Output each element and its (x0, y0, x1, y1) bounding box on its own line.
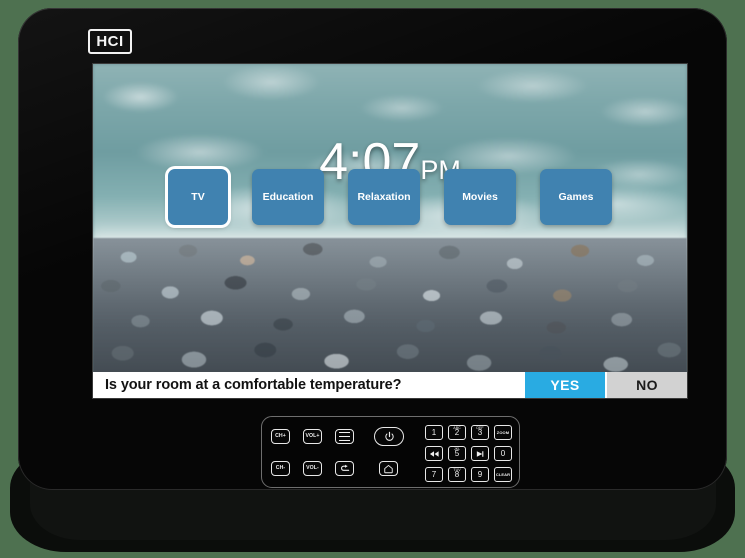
channel-down-label: CH- (275, 464, 286, 471)
menu-tile-label: Movies (462, 191, 498, 203)
key-zoom-label: ZOOM (496, 429, 510, 435)
key-2[interactable]: ABC 2 (448, 425, 466, 440)
menu-icon-bar (339, 435, 350, 438)
key-2-letters: ABC (453, 426, 461, 430)
channel-down-button[interactable]: CH- (271, 461, 290, 476)
play-icon (476, 450, 483, 457)
key-clear[interactable]: CLEAR (494, 467, 512, 482)
key-zoom[interactable]: ZOOM (494, 425, 512, 440)
menu-tile-games[interactable]: Games (540, 169, 612, 225)
key-9-label: 9 (477, 469, 483, 479)
key-clear-label: CLEAR (495, 471, 511, 477)
key-7-label: 7 (431, 469, 437, 479)
survey-question-text: Is your room at a comfortable temperatur… (105, 377, 402, 393)
key-3-letters: DEF (476, 426, 484, 430)
power-button[interactable] (374, 427, 404, 446)
key-0-label: 0 (500, 448, 506, 458)
menu-tile-relaxation[interactable]: Relaxation (348, 169, 420, 225)
volume-down-button[interactable]: VOL- (303, 461, 322, 476)
power-icon (384, 431, 394, 441)
survey-prompt-bar: Is your room at a comfortable temperatur… (93, 372, 687, 398)
volume-up-button[interactable]: VOL+ (303, 429, 322, 444)
key-rewind[interactable] (425, 446, 443, 461)
key-play[interactable] (471, 446, 489, 461)
channel-up-label: CH+ (275, 432, 286, 439)
survey-no-button[interactable]: NO (607, 372, 687, 398)
menu-tile-row: TV Education Relaxation Movies Games (93, 169, 687, 225)
menu-button[interactable] (335, 429, 354, 444)
back-button[interactable] (335, 461, 354, 476)
tv-screen: 4:07PM TV Education Relaxation Movies Ga… (93, 64, 687, 398)
volume-up-label: VOL+ (305, 432, 320, 439)
volume-down-label: VOL- (306, 464, 319, 471)
menu-tile-label: Relaxation (357, 191, 411, 203)
tv-device-body: HCI 4:07PM TV Education Relaxation Movie… (18, 8, 727, 490)
menu-tile-label: Education (262, 191, 314, 203)
remote-control-panel: CH+ VOL+ CH- VOL- 1 ABC 2 DEF 3 ZOOM JKL… (261, 416, 520, 488)
key-8[interactable]: TUV 8 (448, 467, 466, 482)
menu-tile-label: TV (191, 191, 205, 203)
menu-tile-movies[interactable]: Movies (444, 169, 516, 225)
key-9[interactable]: 9 (471, 467, 489, 482)
key-3[interactable]: DEF 3 (471, 425, 489, 440)
back-arrow-icon (340, 464, 349, 471)
survey-yes-button[interactable]: YES (525, 372, 605, 398)
home-button[interactable] (379, 461, 398, 476)
key-0[interactable]: 0 (494, 446, 512, 461)
menu-tile-tv[interactable]: TV (168, 169, 228, 225)
key-8-letters: TUV (453, 468, 461, 472)
hci-brand-badge: HCI (88, 29, 132, 54)
menu-tile-education[interactable]: Education (252, 169, 324, 225)
key-1-label: 1 (431, 427, 437, 437)
key-1[interactable]: 1 (425, 425, 443, 440)
menu-tile-label: Games (558, 191, 594, 203)
menu-icon-bar (339, 431, 350, 433)
key-5-letters: JKL (453, 447, 461, 451)
home-icon (384, 464, 393, 473)
key-7[interactable]: 7 (425, 467, 443, 482)
menu-icon-bar (339, 440, 350, 442)
channel-up-button[interactable]: CH+ (271, 429, 290, 444)
key-5[interactable]: JKL 5 (448, 446, 466, 461)
rewind-icon (429, 450, 439, 457)
